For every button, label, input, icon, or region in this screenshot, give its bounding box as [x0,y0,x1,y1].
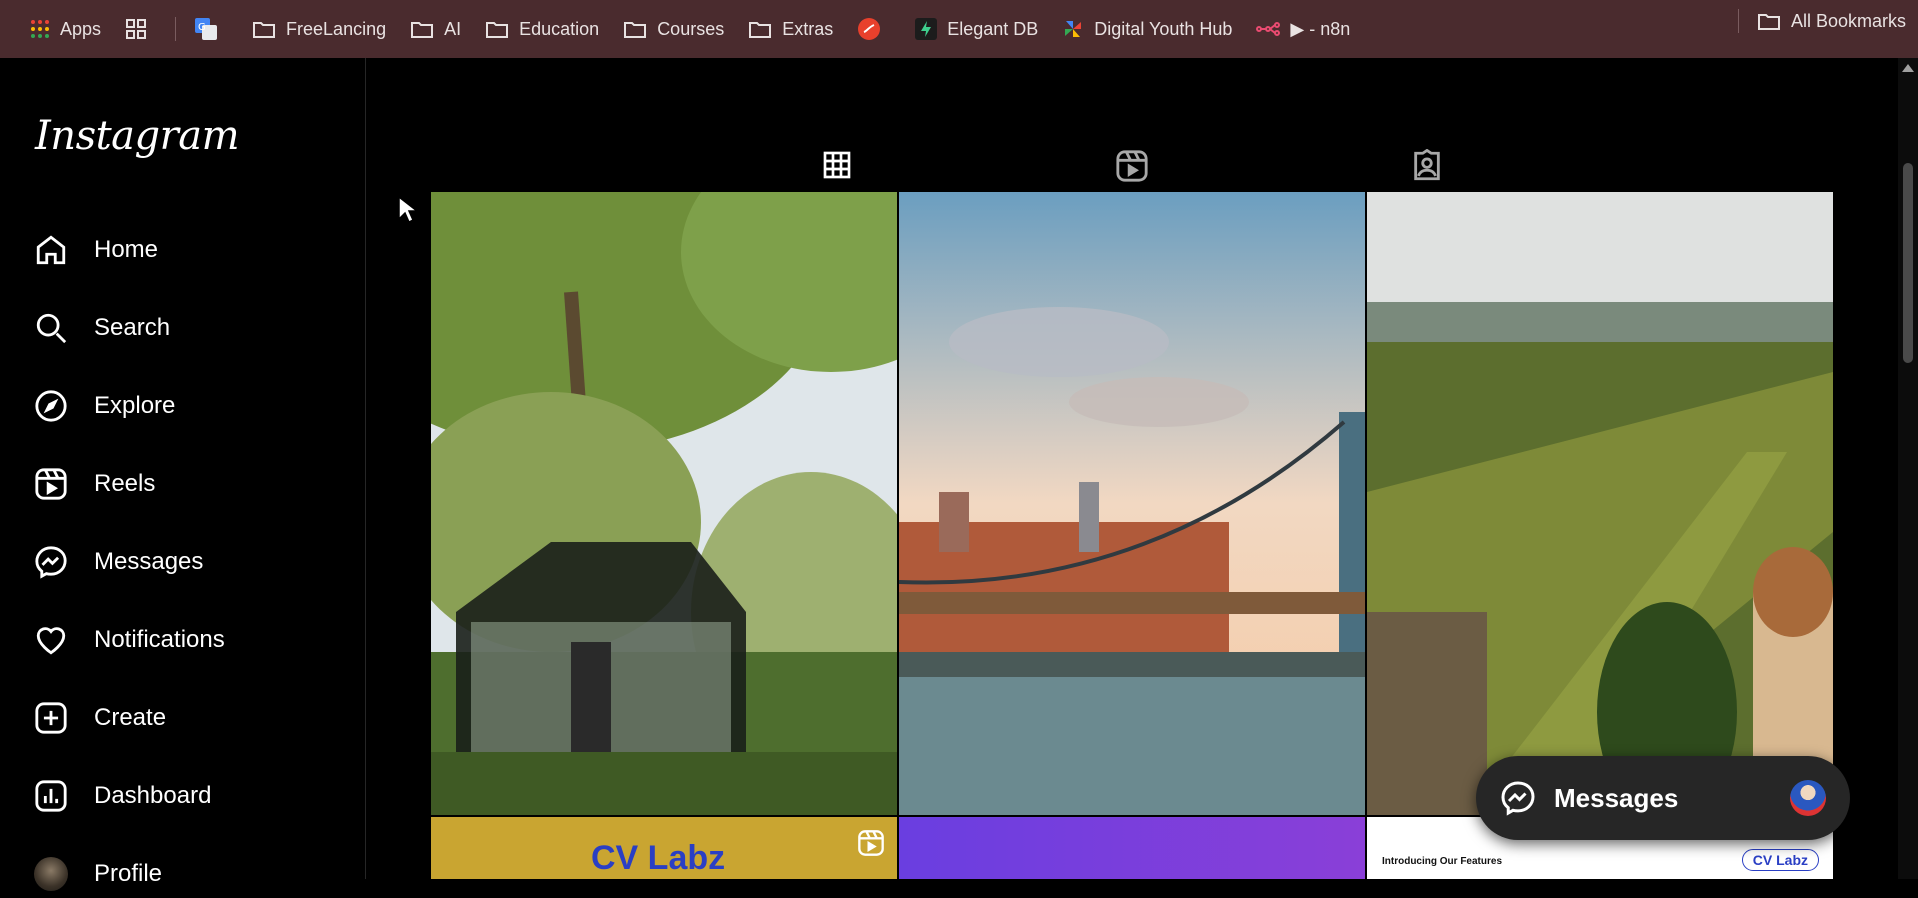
bookmark-folder-ai[interactable]: AI [398,9,473,49]
bookmark-apps[interactable]: Apps [18,9,113,49]
bookmark-separator [1737,9,1739,33]
scroll-up-arrow[interactable] [1902,64,1914,72]
bookmark-folder-freelancing[interactable]: FreeLancing [240,9,398,49]
grid-post-bridge[interactable] [899,192,1365,815]
swirl-logo-icon [858,18,881,40]
bookmark-label: AI [444,18,462,39]
messenger-icon [35,546,67,579]
sidebar-item-home[interactable]: Home [34,226,334,274]
all-bookmarks[interactable]: All Bookmarks [1732,9,1906,33]
bookmark-label: Education [519,18,600,39]
reels-icon [858,830,884,856]
sidebar-item-explore[interactable]: Explore [34,382,334,430]
sidebar-item-label: Messages [94,548,204,575]
n8n-icon [1256,22,1281,36]
chart-icon [35,780,67,812]
tab-tagged[interactable] [1379,136,1475,196]
pinwheel-icon [1065,21,1082,37]
grid-post-greenhouse[interactable] [431,192,897,815]
svg-text:G: G [198,22,206,33]
bookmark-folder-extras[interactable]: Extras [736,9,845,49]
bookmark-label: Extras [782,18,834,39]
sidebar-item-profile[interactable]: Profile [34,850,334,898]
post-text: Introducing Our Features [1382,856,1503,867]
bookmark-tab-groups[interactable] [113,9,169,49]
sidebar-item-dashboard[interactable]: Dashboard [34,772,334,820]
folder-icon [253,22,276,38]
sidebar-item-create[interactable]: Create [34,694,334,742]
instagram-logo[interactable]: Instagram [35,113,240,159]
sidebar-item-label: Search [94,314,171,341]
plus-square-icon [35,702,67,734]
bookmark-label: Courses [657,18,725,39]
tab-reels[interactable] [1084,136,1180,196]
grid-post-purple[interactable] [899,817,1365,879]
cv-labz-badge: CV Labz [1741,849,1819,871]
bridge-city-photo [899,192,1365,815]
sidebar-item-messages[interactable]: Messages [34,538,334,586]
all-bookmarks-label: All Bookmarks [1790,10,1906,31]
messages-floating-button[interactable]: Messages [1476,756,1850,840]
page-scrollbar[interactable] [1898,58,1918,879]
bookmark-separator [175,17,177,41]
messages-label: Messages [1554,782,1679,813]
sidebar-item-label: Home [94,236,159,263]
sidebar-item-search[interactable]: Search [34,304,334,352]
reels-icon [35,468,67,500]
sidebar-item-label: Reels [94,470,156,497]
sidebar-item-reels[interactable]: Reels [34,460,334,508]
bookmark-label: ▶ - n8n [1290,18,1351,39]
tagged-icon [1414,149,1440,181]
bookmarks-bar: Apps G FreeLancing AI Education Courses … [0,0,1918,58]
search-icon [36,313,67,344]
bookmark-site-swirl[interactable] [845,9,903,49]
avatar [1790,780,1826,816]
grid-icon [823,151,851,179]
heart-icon [36,627,66,655]
home-icon [36,235,66,265]
scroll-thumb[interactable] [1903,163,1913,363]
bolt-icon [915,18,938,40]
reels-icon [1116,150,1148,182]
bookmark-n8n[interactable]: ▶ - n8n [1244,9,1362,49]
bookmark-digital-youth-hub[interactable]: Digital Youth Hub [1050,9,1244,49]
folder-icon [624,22,647,38]
grid-post-cv-labz-reel[interactable]: CV Labz [431,817,897,879]
sidebar-item-label: Dashboard [94,782,212,809]
tab-grid-icon [126,19,147,39]
folder-icon [749,22,772,38]
bookmark-translate[interactable]: G [182,9,240,49]
messenger-icon [1501,781,1535,816]
bookmark-label: FreeLancing [286,18,387,39]
vineyard-hills-photo [1367,192,1833,815]
folder-icon [411,22,434,38]
grid-post-vineyard[interactable] [1367,192,1833,815]
apps-grid-icon [31,20,49,38]
bookmark-elegant-db[interactable]: Elegant DB [903,9,1050,49]
sidebar-item-label: Create [94,704,167,731]
bookmark-label: Elegant DB [947,18,1039,39]
sidebar-item-notifications[interactable]: Notifications [34,616,334,664]
sidebar: Instagram Home Search Explore Reels Mess… [0,58,366,891]
tab-posts[interactable] [789,136,885,196]
compass-icon [35,390,67,422]
sidebar-item-label: Profile [94,860,163,887]
sidebar-item-label: Notifications [94,626,225,653]
folder-icon [486,22,509,38]
bookmark-label: Digital Youth Hub [1094,18,1233,39]
cursor-icon [398,196,418,224]
sidebar-item-label: Explore [94,392,176,419]
bookmark-folder-courses[interactable]: Courses [611,9,736,49]
bookmark-folder-education[interactable]: Education [473,9,611,49]
folder-icon [1757,14,1780,30]
avatar [34,857,68,891]
post-text: CV Labz [591,839,726,877]
bookmark-label: Apps [60,18,102,39]
greenhouse-garden-photo [431,192,897,815]
google-translate-icon: G [195,18,218,40]
